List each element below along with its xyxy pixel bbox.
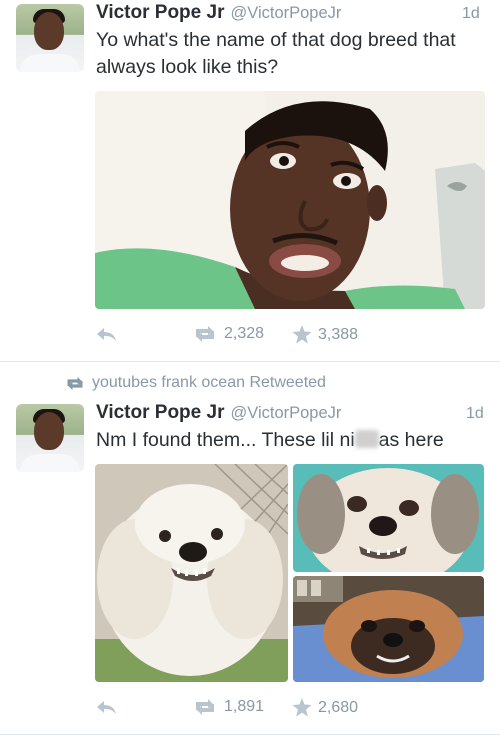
timestamp[interactable]: 1d bbox=[462, 5, 480, 23]
censor-blur bbox=[354, 430, 379, 448]
reply-icon[interactable] bbox=[96, 327, 118, 343]
dog-photo bbox=[95, 464, 288, 682]
retweeted-by-text: youtubes frank ocean Retweeted bbox=[92, 374, 326, 391]
tweet-photo-dog-3[interactable] bbox=[293, 576, 484, 682]
timestamp[interactable]: 1d bbox=[466, 405, 484, 423]
tweet-photo-dog-1[interactable] bbox=[95, 464, 288, 682]
tweet-photo[interactable] bbox=[95, 91, 485, 309]
like-count: 2,680 bbox=[318, 698, 359, 716]
author-name-text[interactable]: Victor Pope Jr bbox=[96, 2, 224, 23]
like-button[interactable]: 2,680 bbox=[292, 698, 358, 717]
retweet-button[interactable]: 2,328 bbox=[192, 325, 264, 343]
like-button[interactable]: 3,388 bbox=[292, 325, 358, 344]
tweet-text: Nm I found them... These lil ni as here bbox=[96, 427, 491, 454]
author-name-text[interactable]: Victor Pope Jr bbox=[96, 402, 224, 423]
dog-photo bbox=[293, 464, 484, 572]
author-name[interactable]: Victor Pope Jr @VictorPopeJr bbox=[96, 402, 341, 424]
like-count: 3,388 bbox=[318, 325, 359, 343]
retweet-count: 1,891 bbox=[224, 698, 265, 715]
tweet-text-part: Nm I found them... These lil ni bbox=[96, 429, 355, 451]
author-handle[interactable]: @VictorPopeJr bbox=[230, 4, 341, 22]
selfie-photo bbox=[95, 91, 485, 309]
retweeted-by[interactable]: youtubes frank ocean Retweeted bbox=[64, 374, 326, 392]
retweet-icon bbox=[192, 325, 218, 343]
tweet-photo-dog-2[interactable] bbox=[293, 464, 484, 572]
author-handle[interactable]: @VictorPopeJr bbox=[230, 404, 341, 422]
avatar[interactable] bbox=[16, 4, 84, 72]
retweet-icon bbox=[192, 698, 218, 716]
tweet-text-part: as here bbox=[378, 429, 444, 451]
star-icon bbox=[292, 698, 312, 717]
tweet-divider bbox=[0, 361, 500, 362]
star-icon bbox=[292, 325, 312, 344]
tweet-text: Yo what's the name of that dog breed tha… bbox=[96, 29, 456, 78]
avatar[interactable] bbox=[16, 404, 84, 472]
reply-icon[interactable] bbox=[96, 700, 118, 716]
retweet-count: 2,328 bbox=[224, 325, 265, 342]
author-name[interactable]: Victor Pope Jr @VictorPopeJr bbox=[96, 2, 341, 24]
retweet-button[interactable]: 1,891 bbox=[192, 698, 264, 716]
tweet-divider bbox=[0, 734, 500, 735]
dog-photo bbox=[293, 576, 484, 682]
retweet-icon bbox=[64, 376, 86, 391]
